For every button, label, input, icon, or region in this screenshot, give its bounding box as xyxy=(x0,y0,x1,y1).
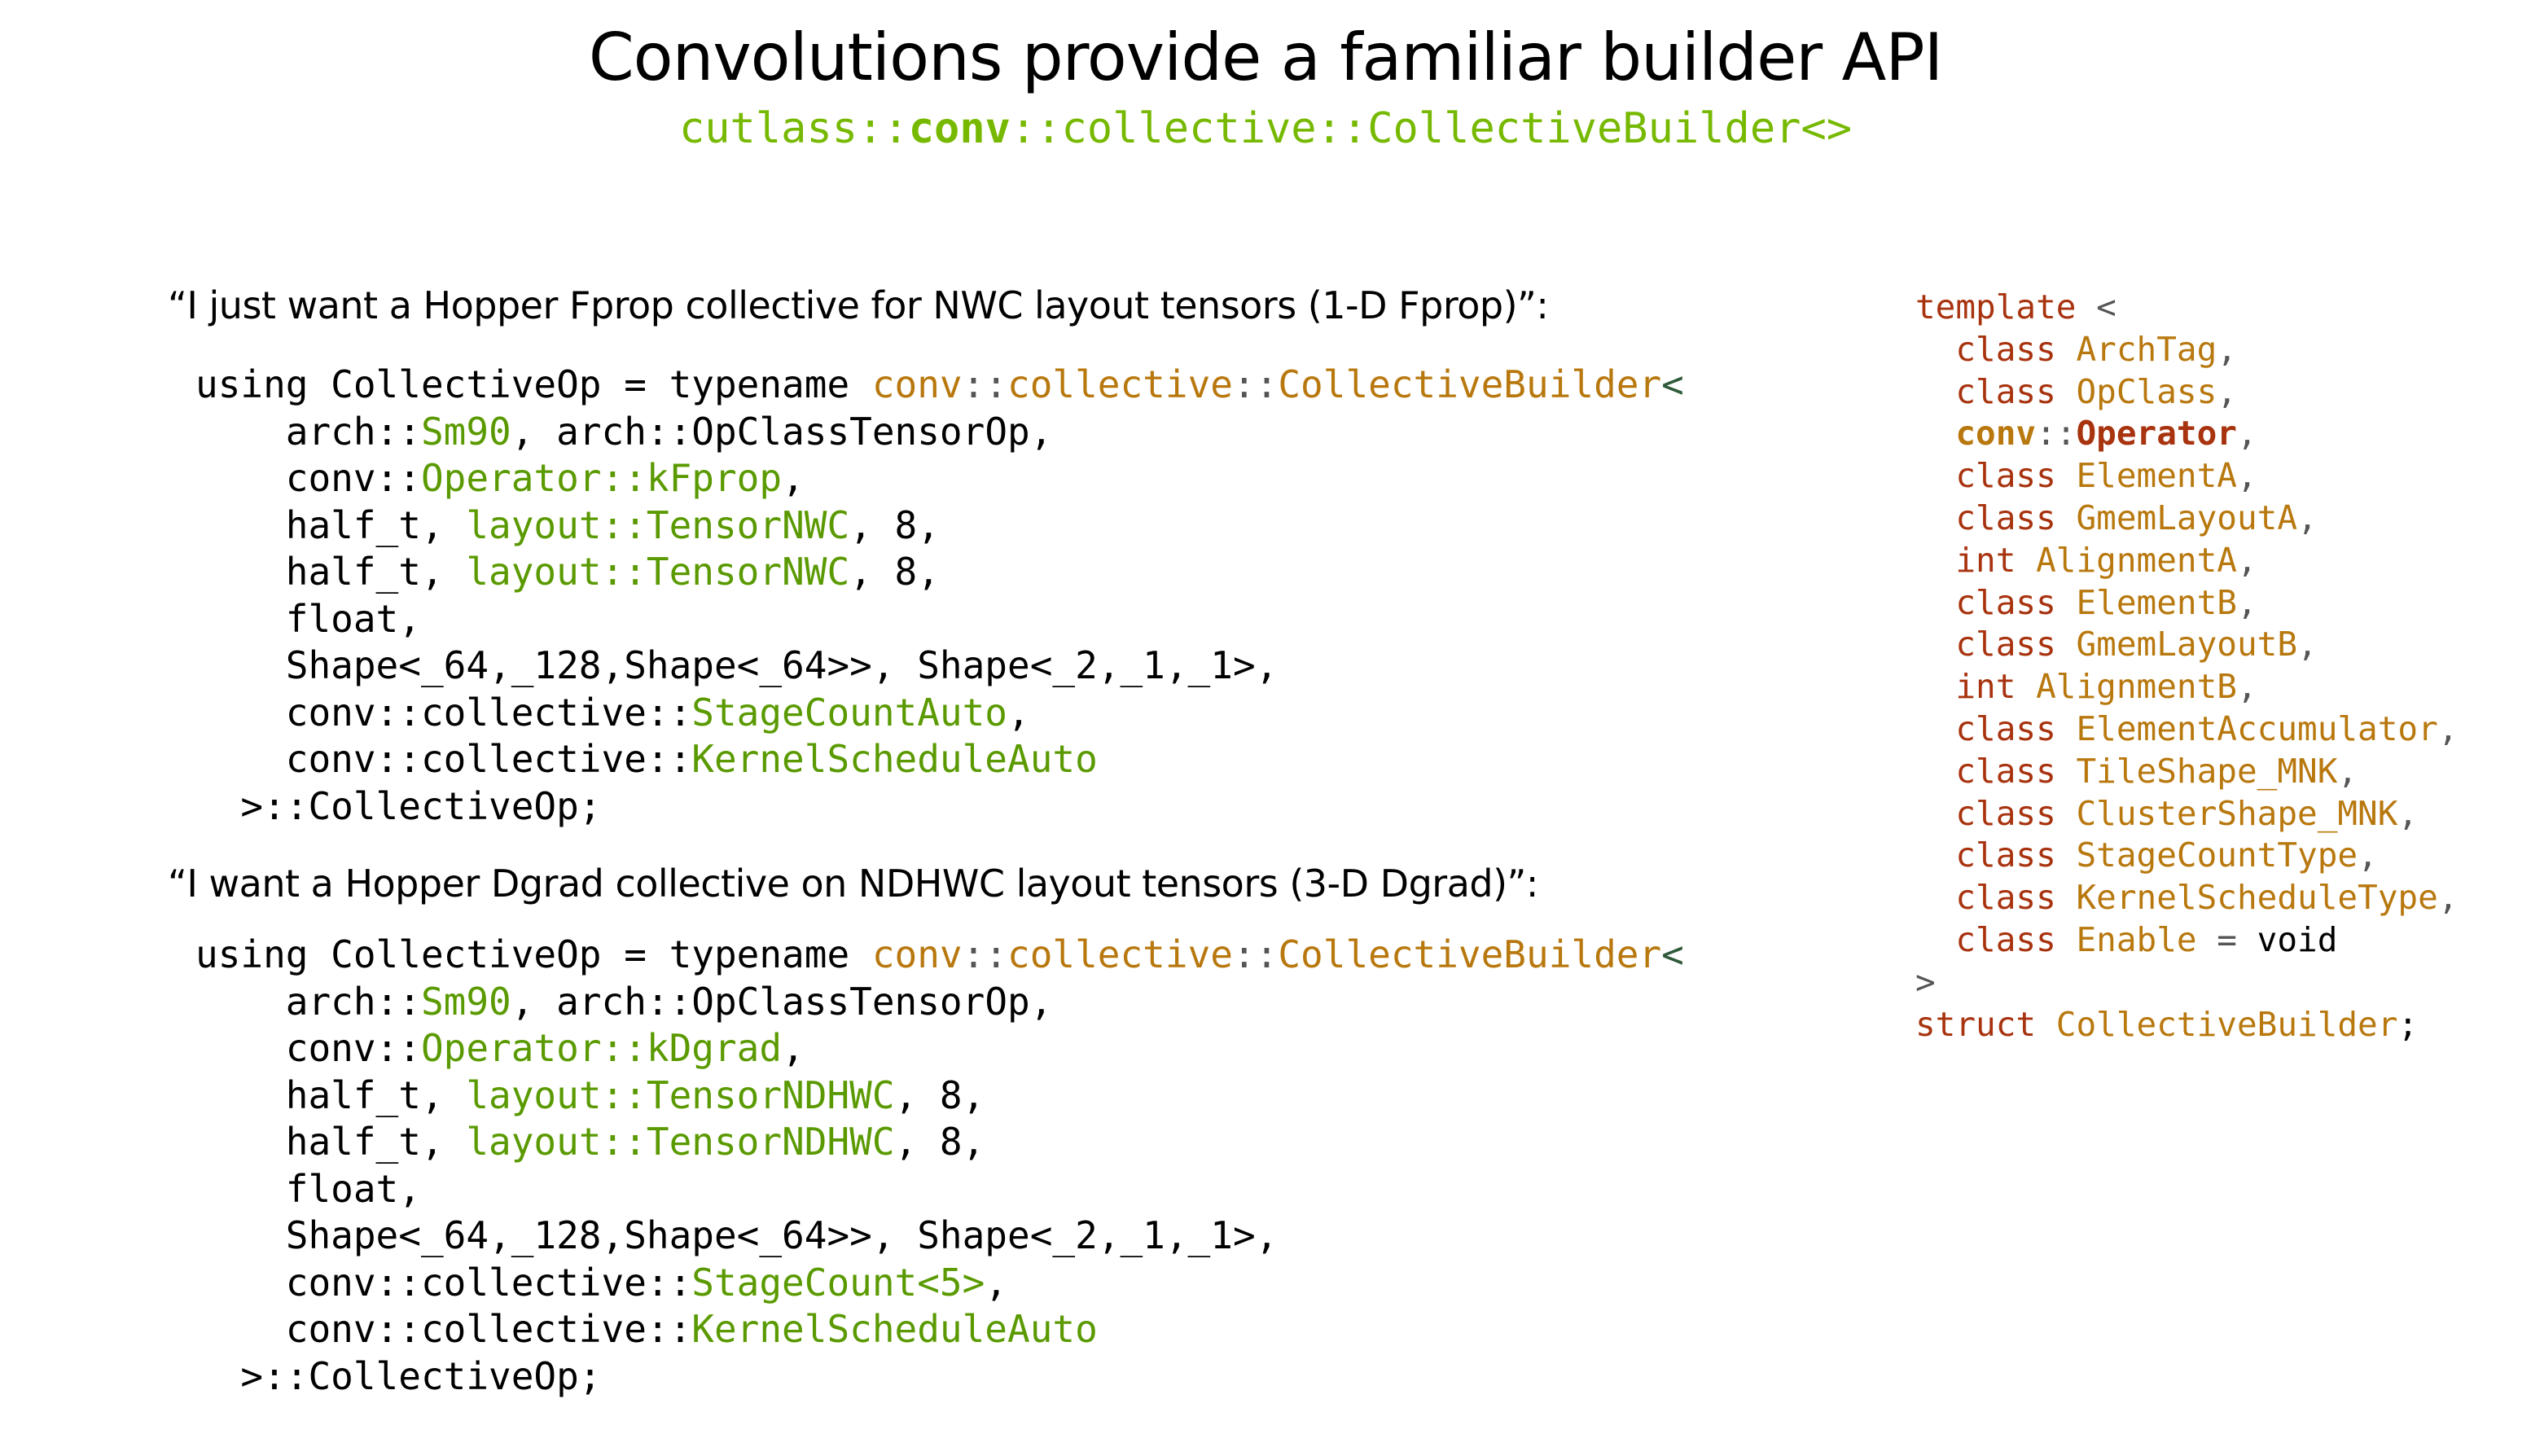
subtitle-bold: conv xyxy=(908,104,1011,153)
subtitle-suffix: ::collective::CollectiveBuilder<> xyxy=(1010,104,1853,153)
section-heading-dgrad: “I want a Hopper Dgrad collective on NDH… xyxy=(168,862,1538,906)
code-block-fprop: using CollectiveOp = typename conv::coll… xyxy=(195,362,1684,828)
slide-subtitle: cutlass::conv::collective::CollectiveBui… xyxy=(0,104,2531,153)
section-heading-fprop: “I just want a Hopper Fprop collective f… xyxy=(168,283,1549,327)
builder-template-signature: template < class ArchTag, class OpClass,… xyxy=(1915,287,2459,1044)
slide-title: Convolutions provide a familiar builder … xyxy=(588,20,1943,95)
code-block-dgrad: using CollectiveOp = typename conv::coll… xyxy=(195,932,1684,1398)
subtitle-prefix: cutlass:: xyxy=(678,104,909,153)
